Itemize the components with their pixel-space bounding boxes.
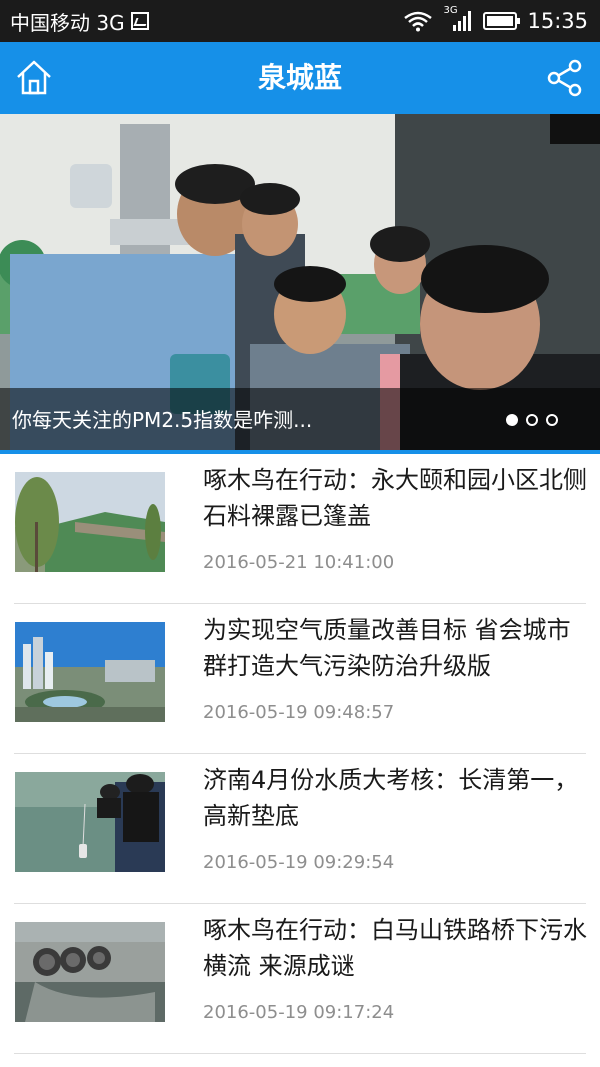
news-thumbnail (15, 472, 165, 572)
news-list-item[interactable]: 济南4月份水质大考核：长清第一，高新垫底 2016-05-19 09:29:54 (0, 754, 600, 904)
carousel-dot[interactable] (546, 414, 558, 426)
news-thumbnail (15, 622, 165, 722)
news-thumbnail (15, 922, 165, 1022)
news-list-item[interactable]: 为实现空气质量改善目标 省会城市群打造大气污染防治升级版 2016-05-19 … (0, 604, 600, 754)
clock: 15:35 (527, 9, 588, 33)
carousel-dot[interactable] (506, 414, 518, 426)
wifi-icon (404, 11, 433, 32)
share-icon (547, 59, 582, 97)
status-bar: 中国移动 3G 3G 15:35 (0, 0, 600, 42)
news-thumbnail (15, 772, 165, 872)
news-list-item[interactable]: 啄木鸟在行动：永大颐和园小区北侧石料裸露已篷盖 2016-05-21 10:41… (0, 454, 600, 604)
image-notification-icon (130, 12, 149, 30)
status-left: 中国移动 3G (10, 0, 149, 42)
carousel-indicator (506, 414, 558, 426)
news-title: 啄木鸟在行动：白马山铁路桥下污水横流 来源成谜 (203, 916, 587, 980)
news-timestamp: 2016-05-21 10:41:00 (203, 552, 395, 573)
news-title: 济南4月份水质大考核：长清第一，高新垫底 (203, 766, 579, 830)
share-button[interactable] (546, 58, 584, 98)
news-timestamp: 2016-05-19 09:29:54 (203, 852, 395, 873)
nav-bar: 泉城蓝 (0, 42, 600, 114)
news-title: 为实现空气质量改善目标 省会城市群打造大气污染防治升级版 (203, 616, 571, 680)
banner-caption: 你每天关注的PM2.5指数是咋测... (12, 408, 313, 432)
news-list: 啄木鸟在行动：永大颐和园小区北侧石料裸露已篷盖 2016-05-21 10:41… (0, 454, 600, 1054)
news-timestamp: 2016-05-19 09:17:24 (203, 1002, 395, 1023)
carrier-label: 中国移动 3G (10, 10, 125, 35)
battery-icon (483, 12, 521, 30)
news-title: 啄木鸟在行动：永大颐和园小区北侧石料裸露已篷盖 (203, 466, 587, 530)
news-list-item[interactable]: 啄木鸟在行动：白马山铁路桥下污水横流 来源成谜 2016-05-19 09:17… (0, 904, 600, 1054)
status-right: 3G 15:35 (403, 0, 588, 42)
banner-carousel[interactable]: 你每天关注的PM2.5指数是咋测... (0, 114, 600, 452)
banner-caption-bar: 你每天关注的PM2.5指数是咋测... (0, 388, 600, 452)
signal-icon: 3G (443, 5, 473, 33)
page-title: 泉城蓝 (257, 61, 342, 94)
news-timestamp: 2016-05-19 09:48:57 (203, 702, 395, 723)
carousel-dot[interactable] (526, 414, 538, 426)
